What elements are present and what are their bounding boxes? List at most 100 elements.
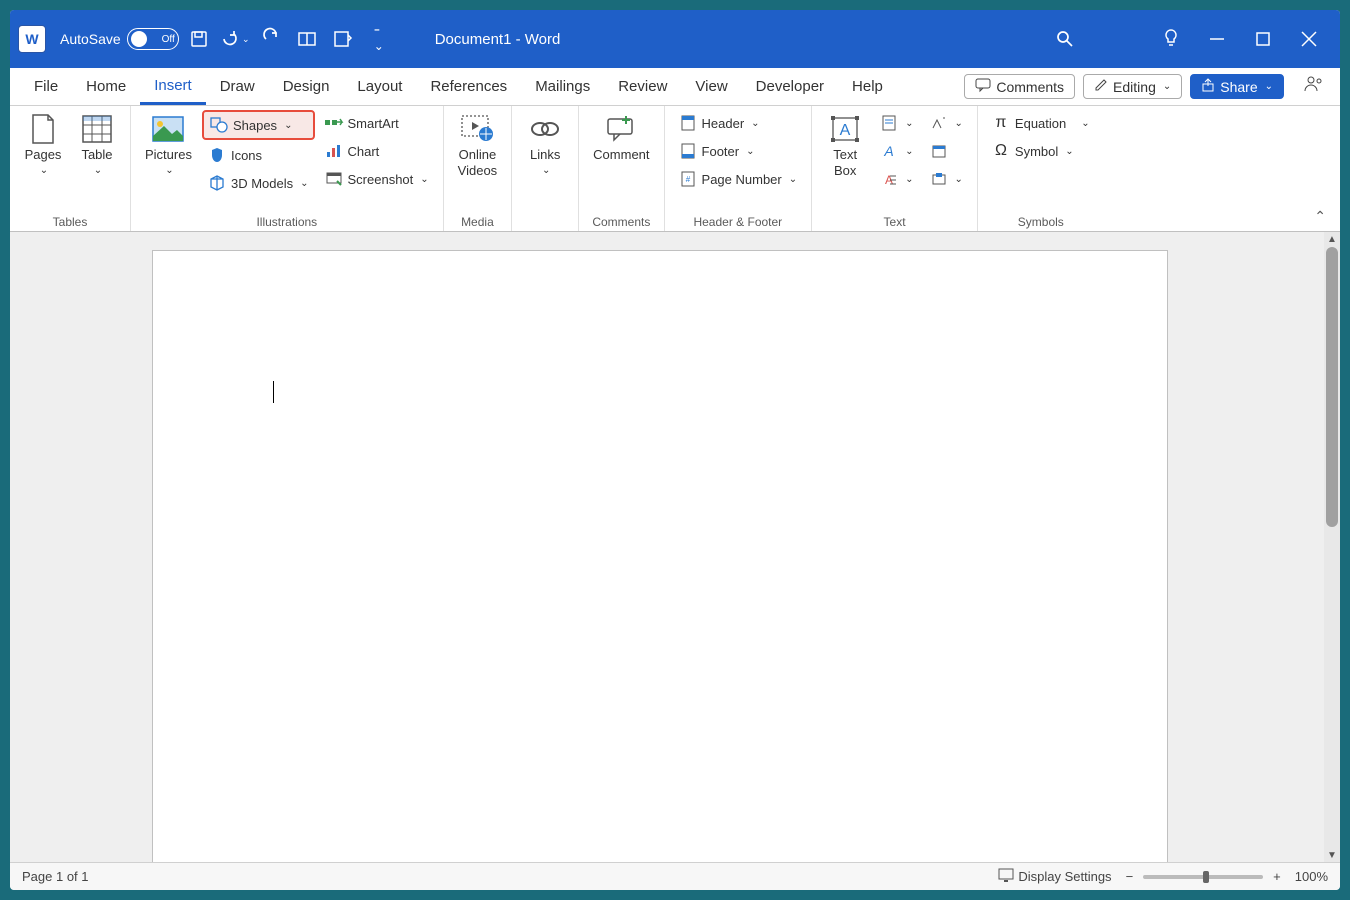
display-settings-label[interactable]: Display Settings xyxy=(1018,869,1111,884)
scrollbar-thumb[interactable] xyxy=(1326,247,1338,527)
group-label-symbols: Symbols xyxy=(986,213,1096,229)
smartart-button[interactable]: SmartArt xyxy=(319,110,435,136)
icons-button[interactable]: Icons xyxy=(202,142,315,168)
page-canvas[interactable] xyxy=(152,250,1168,862)
qat-icon-2[interactable] xyxy=(327,23,359,55)
screenshot-button[interactable]: Screenshot ⌄ xyxy=(319,166,435,192)
shapes-button[interactable]: Shapes ⌄ xyxy=(202,110,315,140)
chevron-down-icon: ⌄ xyxy=(751,118,759,129)
group-links: Links ⌄ xyxy=(512,106,579,231)
chart-icon xyxy=(325,142,343,160)
shapes-icon xyxy=(210,116,228,134)
share-icon xyxy=(1201,78,1215,95)
symbol-icon: Ω xyxy=(992,142,1010,160)
header-label: Header xyxy=(702,116,745,131)
zoom-out-button[interactable]: − xyxy=(1126,869,1134,884)
dropcap-icon: A xyxy=(880,170,898,188)
tab-review[interactable]: Review xyxy=(604,68,681,105)
text-opt-1[interactable]: ⌄ xyxy=(874,110,919,136)
chevron-down-icon: ⌄ xyxy=(1065,146,1073,157)
text-opt-4[interactable]: ⌄ xyxy=(924,110,969,136)
tab-layout[interactable]: Layout xyxy=(343,68,416,105)
table-button[interactable]: Table ⌄ xyxy=(72,110,122,180)
screenshot-icon xyxy=(325,170,343,188)
page-number-button[interactable]: # Page Number ⌄ xyxy=(673,166,804,192)
close-button[interactable] xyxy=(1286,10,1332,68)
symbol-button[interactable]: Ω Symbol ⌄ xyxy=(986,138,1096,164)
3d-models-label: 3D Models xyxy=(231,176,293,191)
autosave-toggle[interactable]: Off xyxy=(127,28,179,50)
customize-qat-icon[interactable]: ⁼⌄ xyxy=(363,23,395,55)
tab-draw[interactable]: Draw xyxy=(206,68,269,105)
vertical-scrollbar[interactable]: ▲ ▼ xyxy=(1324,232,1340,862)
pages-button[interactable]: Pages ⌄ xyxy=(18,110,68,180)
save-icon[interactable] xyxy=(183,23,215,55)
chevron-down-icon: ⌄ xyxy=(746,146,754,157)
comments-button[interactable]: Comments xyxy=(964,74,1075,99)
equation-button[interactable]: π Equation ⌄ xyxy=(986,110,1096,136)
document-title: Document1 - Word xyxy=(435,31,561,48)
tab-developer[interactable]: Developer xyxy=(742,68,838,105)
search-icon[interactable] xyxy=(1042,10,1088,68)
tab-mailings[interactable]: Mailings xyxy=(521,68,604,105)
pictures-button[interactable]: Pictures ⌄ xyxy=(139,110,198,180)
redo-icon[interactable] xyxy=(255,23,287,55)
group-label-tables: Tables xyxy=(18,213,122,229)
comment-button[interactable]: Comment xyxy=(587,110,655,166)
tab-home[interactable]: Home xyxy=(72,68,140,105)
ribbon-tabs: File Home Insert Draw Design Layout Refe… xyxy=(10,68,1340,106)
header-button[interactable]: Header ⌄ xyxy=(673,110,804,136)
chart-label: Chart xyxy=(348,144,380,159)
chevron-down-icon: ⌄ xyxy=(165,165,173,176)
group-comments: Comment Comments xyxy=(579,106,664,231)
share-button[interactable]: Share ⌄ xyxy=(1190,74,1284,99)
editing-label: Editing xyxy=(1113,79,1156,95)
group-label-header-footer: Header & Footer xyxy=(673,213,804,229)
undo-icon[interactable]: ⌄ xyxy=(219,23,251,55)
account-icon[interactable] xyxy=(1298,75,1330,98)
page-info[interactable]: Page 1 of 1 xyxy=(22,869,89,884)
tab-file[interactable]: File xyxy=(20,68,72,105)
text-opt-2[interactable]: A⌄ xyxy=(874,138,919,164)
zoom-in-button[interactable]: + xyxy=(1273,869,1281,884)
tab-insert[interactable]: Insert xyxy=(140,68,206,105)
group-symbols: π Equation ⌄ Ω Symbol ⌄ Symbols xyxy=(978,106,1104,231)
zoom-percent[interactable]: 100% xyxy=(1295,869,1328,884)
text-opt-6[interactable]: ⌄ xyxy=(924,166,969,192)
chevron-down-icon: ⌄ xyxy=(542,165,550,176)
page-number-label: Page Number xyxy=(702,172,782,187)
minimize-button[interactable] xyxy=(1194,10,1240,68)
qat-icon-1[interactable] xyxy=(291,23,323,55)
tab-references[interactable]: References xyxy=(416,68,521,105)
svg-text:#: # xyxy=(685,175,690,184)
zoom-slider-thumb[interactable] xyxy=(1203,871,1209,883)
online-videos-label: Online Videos xyxy=(458,147,498,178)
scroll-down-icon[interactable]: ▼ xyxy=(1324,848,1340,862)
display-settings-icon[interactable] xyxy=(998,868,1014,885)
status-bar: Page 1 of 1 Display Settings − + 100% xyxy=(10,862,1340,890)
header-icon xyxy=(679,114,697,132)
text-opt-5[interactable] xyxy=(924,138,969,164)
table-icon xyxy=(80,114,114,144)
tab-help[interactable]: Help xyxy=(838,68,897,105)
maximize-button[interactable] xyxy=(1240,10,1286,68)
signature-icon xyxy=(930,114,948,132)
group-tables: Pages ⌄ Table ⌄ Tables xyxy=(10,106,131,231)
online-videos-button[interactable]: Online Videos xyxy=(452,110,504,182)
text-opt-3[interactable]: A⌄ xyxy=(874,166,919,192)
text-box-button[interactable]: A Text Box xyxy=(820,110,870,182)
group-label-media: Media xyxy=(452,213,504,229)
3d-models-button[interactable]: 3D Models ⌄ xyxy=(202,170,315,196)
links-button[interactable]: Links ⌄ xyxy=(520,110,570,180)
footer-button[interactable]: Footer ⌄ xyxy=(673,138,804,164)
zoom-slider[interactable] xyxy=(1143,875,1263,879)
lightbulb-icon[interactable] xyxy=(1148,10,1194,68)
scroll-up-icon[interactable]: ▲ xyxy=(1324,232,1340,246)
comments-label: Comments xyxy=(996,79,1064,95)
editing-button[interactable]: Editing ⌄ xyxy=(1083,74,1182,99)
link-icon xyxy=(528,114,562,144)
collapse-ribbon-icon[interactable]: ⌃ xyxy=(1314,208,1326,225)
tab-view[interactable]: View xyxy=(681,68,741,105)
tab-design[interactable]: Design xyxy=(269,68,344,105)
chart-button[interactable]: Chart xyxy=(319,138,435,164)
